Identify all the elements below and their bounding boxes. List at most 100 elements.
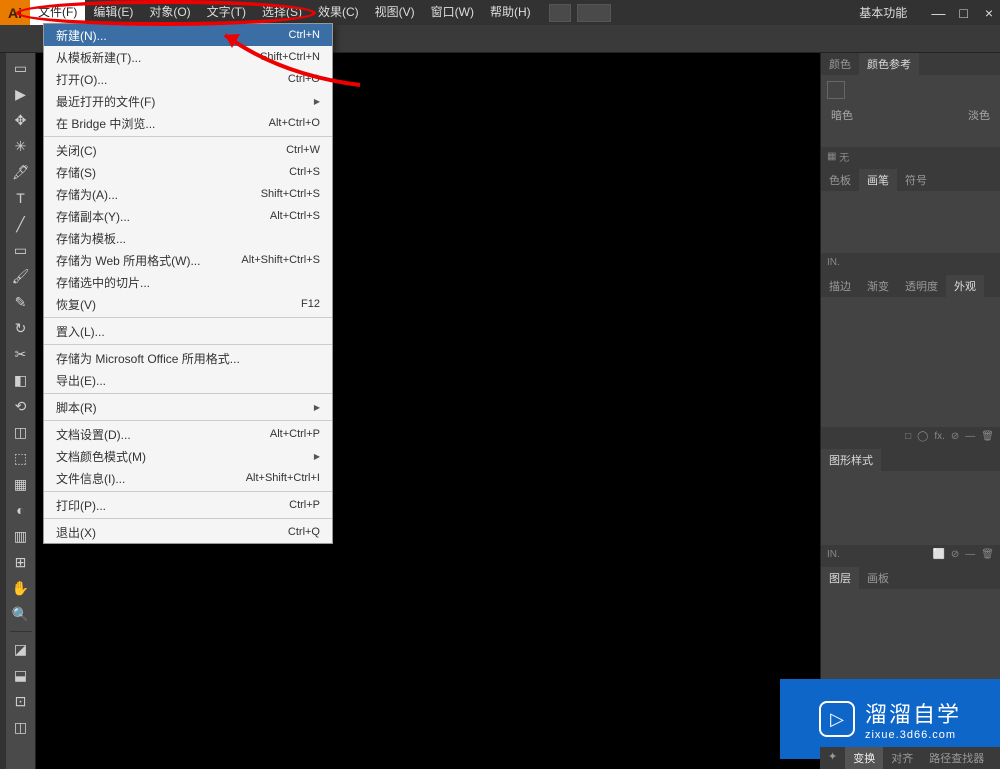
- menu-item-shortcut: Ctrl+S: [289, 166, 320, 178]
- panel-foot-icon[interactable]: ⊘: [951, 549, 959, 560]
- tab-graphic-styles[interactable]: 图形样式: [821, 449, 881, 471]
- tab-stroke[interactable]: 描边: [821, 275, 859, 297]
- panel-foot-icon[interactable]: 🗑: [981, 431, 994, 442]
- tool-button[interactable]: ▭: [9, 57, 33, 79]
- menu-item-label: 存储(S): [56, 164, 96, 181]
- minimize-button[interactable]: —: [927, 5, 949, 21]
- menu-item[interactable]: 从模板新建(T)...Shift+Ctrl+N: [44, 46, 332, 68]
- tool-button[interactable]: ⬓: [9, 664, 33, 686]
- tab-swatches[interactable]: 色板: [821, 169, 859, 191]
- menu-edit[interactable]: 编辑(E): [85, 0, 141, 25]
- tool-button[interactable]: ◐: [9, 499, 33, 521]
- menu-type[interactable]: 文字(T): [199, 0, 254, 25]
- tool-button[interactable]: 🖋: [9, 161, 33, 183]
- bottom-tab[interactable]: 路径查找器: [921, 747, 992, 769]
- tab-symbols[interactable]: 符号: [897, 169, 935, 191]
- workspace-switcher[interactable]: 基本功能: [859, 4, 907, 21]
- watermark-url: zixue.3d66.com: [865, 729, 961, 741]
- menu-effect[interactable]: 效果(C): [310, 0, 367, 25]
- tab-layers[interactable]: 图层: [821, 567, 859, 589]
- menu-item[interactable]: 恢复(V)F12: [44, 293, 332, 315]
- tool-button[interactable]: ╱: [9, 213, 33, 235]
- tab-gradient[interactable]: 渐变: [859, 275, 897, 297]
- toolbar-icon[interactable]: [577, 4, 611, 22]
- menu-item[interactable]: 脚本(R): [44, 396, 332, 418]
- tab-color-guide[interactable]: 颜色参考: [859, 53, 919, 75]
- tool-button[interactable]: ✥: [9, 109, 33, 131]
- tool-button[interactable]: ⟲: [9, 395, 33, 417]
- close-button[interactable]: ×: [978, 5, 1000, 21]
- maximize-button[interactable]: □: [953, 5, 975, 21]
- tool-button[interactable]: ✂: [9, 343, 33, 365]
- panel-foot-icon[interactable]: —: [965, 549, 975, 560]
- tool-button[interactable]: ▦: [9, 473, 33, 495]
- tool-button[interactable]: ⊡: [9, 690, 33, 712]
- toolbar-icon[interactable]: [549, 4, 571, 22]
- menu-item[interactable]: 新建(N)...Ctrl+N: [44, 24, 332, 46]
- swatch-icon[interactable]: ▦: [827, 151, 836, 162]
- menu-item[interactable]: 关闭(C)Ctrl+W: [44, 139, 332, 161]
- menu-help[interactable]: 帮助(H): [482, 0, 539, 25]
- menu-item-shortcut: Ctrl+W: [286, 144, 320, 156]
- menu-item[interactable]: 存储为 Web 所用格式(W)...Alt+Shift+Ctrl+S: [44, 249, 332, 271]
- panel-foot-icon[interactable]: □: [905, 431, 911, 442]
- panel-foot-icon[interactable]: ◯: [917, 431, 928, 442]
- menu-item[interactable]: 退出(X)Ctrl+Q: [44, 521, 332, 543]
- tool-button[interactable]: T: [9, 187, 33, 209]
- tool-button[interactable]: ◪: [9, 638, 33, 660]
- bottom-tab[interactable]: 变换: [845, 747, 883, 769]
- tool-button[interactable]: 🖌: [9, 265, 33, 287]
- menu-item[interactable]: 导出(E)...: [44, 369, 332, 391]
- menu-file[interactable]: 文件(F): [30, 0, 85, 25]
- menu-item[interactable]: 存储选中的切片...: [44, 271, 332, 293]
- tab-appearance[interactable]: 外观: [946, 275, 984, 297]
- tool-button[interactable]: ⬚: [9, 447, 33, 469]
- base-color-swatch[interactable]: [827, 81, 845, 99]
- tab-transparency[interactable]: 透明度: [897, 275, 946, 297]
- menu-item-shortcut: F12: [301, 298, 320, 310]
- menu-item[interactable]: 打开(O)...Ctrl+O: [44, 68, 332, 90]
- tool-button[interactable]: ▥: [9, 525, 33, 547]
- menu-item[interactable]: 存储副本(Y)...Alt+Ctrl+S: [44, 205, 332, 227]
- bottom-tab[interactable]: ✦: [820, 747, 845, 769]
- panel-foot-icon[interactable]: 🗑: [981, 549, 994, 560]
- tool-button[interactable]: ◫: [9, 716, 33, 738]
- tab-brushes[interactable]: 画笔: [859, 169, 897, 191]
- menu-item[interactable]: 存储(S) Ctrl+S: [44, 161, 332, 183]
- menu-item-label: 脚本(R): [56, 399, 97, 416]
- tool-button[interactable]: ✋: [9, 577, 33, 599]
- tool-button[interactable]: ▶: [9, 83, 33, 105]
- menu-item[interactable]: 在 Bridge 中浏览...Alt+Ctrl+O: [44, 112, 332, 134]
- tool-button[interactable]: ◫: [9, 421, 33, 443]
- menu-item[interactable]: 存储为模板...: [44, 227, 332, 249]
- menu-window[interactable]: 窗口(W): [423, 0, 482, 25]
- tool-button[interactable]: ⊞: [9, 551, 33, 573]
- tool-button[interactable]: ✎: [9, 291, 33, 313]
- tool-button[interactable]: ↻: [9, 317, 33, 339]
- tab-artboards[interactable]: 画板: [859, 567, 897, 589]
- tool-button[interactable]: ▭: [9, 239, 33, 261]
- menu-item[interactable]: 文档设置(D)...Alt+Ctrl+P: [44, 423, 332, 445]
- menu-view[interactable]: 视图(V): [367, 0, 423, 25]
- panel-foot-icon[interactable]: ⊘: [951, 431, 959, 442]
- panel-foot-icon[interactable]: —: [965, 431, 975, 442]
- menu-item[interactable]: 置入(L)...: [44, 320, 332, 342]
- menu-item[interactable]: 文档颜色模式(M): [44, 445, 332, 467]
- menu-item-label: 退出(X): [56, 524, 96, 541]
- tool-button[interactable]: 🔍: [9, 603, 33, 625]
- menu-item[interactable]: 存储为(A)...Shift+Ctrl+S: [44, 183, 332, 205]
- tab-color[interactable]: 颜色: [821, 53, 859, 75]
- bottom-tab[interactable]: 对齐: [883, 747, 921, 769]
- menu-item[interactable]: 存储为 Microsoft Office 所用格式...: [44, 347, 332, 369]
- menu-item[interactable]: 最近打开的文件(F): [44, 90, 332, 112]
- menu-item[interactable]: 文件信息(I)...Alt+Shift+Ctrl+I: [44, 467, 332, 489]
- menu-item[interactable]: 打印(P)...Ctrl+P: [44, 494, 332, 516]
- panel-foot-icon[interactable]: ⬜: [932, 549, 944, 560]
- panel-foot-icon[interactable]: fx.: [934, 431, 945, 442]
- tool-button[interactable]: ◧: [9, 369, 33, 391]
- menu-select[interactable]: 选择(S): [254, 0, 310, 25]
- menu-item-shortcut: Alt+Ctrl+P: [270, 428, 320, 440]
- tool-button[interactable]: ✳: [9, 135, 33, 157]
- menu-object[interactable]: 对象(O): [141, 0, 198, 25]
- menu-item-shortcut: Alt+Ctrl+S: [270, 210, 320, 222]
